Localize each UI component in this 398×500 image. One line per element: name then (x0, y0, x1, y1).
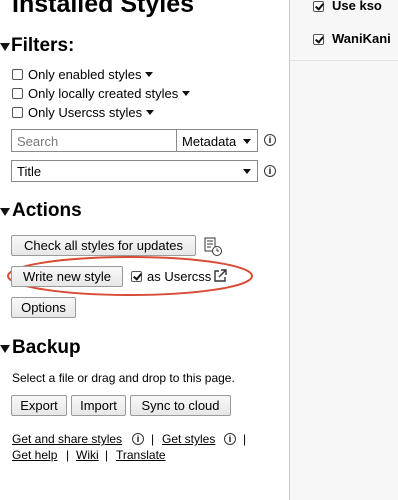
get-styles-info-icon[interactable]: i (224, 433, 236, 445)
style-enabled-checkbox[interactable] (313, 34, 324, 45)
get-share-styles-link[interactable]: Get and share styles (12, 432, 122, 446)
translate-link[interactable]: Translate (116, 448, 166, 462)
only-enabled-checkbox[interactable] (12, 69, 23, 80)
style-entry[interactable]: WaniKani (290, 20, 398, 61)
style-list: Use kso WaniKani (290, 0, 398, 500)
search-help-info-icon[interactable]: i (264, 134, 276, 146)
only-usercss-checkbox[interactable] (12, 107, 23, 118)
write-new-style-button[interactable]: Write new style (11, 266, 123, 287)
backup-heading[interactable]: Backup (12, 337, 81, 359)
backup-collapse-icon[interactable] (0, 345, 10, 353)
filters-heading[interactable]: Filters: (11, 35, 74, 57)
chevron-down-icon (243, 169, 251, 174)
link-separator: | (105, 448, 109, 462)
update-history-icon[interactable] (204, 236, 222, 256)
as-usercss-label[interactable]: as Usercss (147, 269, 211, 284)
only-local-label[interactable]: Only locally created styles (28, 86, 191, 101)
filters-collapse-icon[interactable] (0, 43, 10, 51)
import-button[interactable]: Import (71, 395, 126, 416)
actions-collapse-icon[interactable] (0, 208, 10, 216)
get-help-link[interactable]: Get help (12, 448, 57, 462)
actions-heading[interactable]: Actions (12, 200, 82, 222)
check-updates-button[interactable]: Check all styles for updates (11, 235, 196, 256)
as-usercss-checkbox[interactable] (131, 271, 142, 282)
search-input[interactable]: Search (11, 129, 177, 152)
link-separator: | (243, 432, 247, 446)
dropdown-arrow-icon (182, 91, 191, 96)
options-button[interactable]: Options (11, 297, 76, 318)
only-enabled-label[interactable]: Only enabled styles (28, 67, 154, 82)
only-usercss-label[interactable]: Only Usercss styles (28, 105, 155, 120)
style-enabled-checkbox[interactable] (313, 1, 324, 12)
dropdown-arrow-icon (146, 110, 155, 115)
only-local-checkbox[interactable] (12, 88, 23, 99)
external-link-icon[interactable] (213, 269, 227, 283)
sort-help-info-icon[interactable]: i (264, 165, 276, 177)
style-name[interactable]: Use kso (332, 0, 382, 13)
sort-select[interactable]: Title (11, 160, 258, 182)
link-separator: | (151, 432, 155, 446)
get-share-info-icon[interactable]: i (132, 433, 144, 445)
style-name[interactable]: WaniKani (332, 31, 391, 46)
backup-description: Select a file or drag and drop to this p… (12, 371, 235, 385)
page-title: Installed Styles (12, 0, 195, 18)
dropdown-arrow-icon (145, 72, 154, 77)
style-entry[interactable]: Use kso (290, 0, 398, 21)
export-button[interactable]: Export (11, 395, 67, 416)
sync-to-cloud-button[interactable]: Sync to cloud (130, 395, 231, 416)
search-mode-select[interactable]: Metadata (176, 129, 258, 152)
chevron-down-icon (243, 139, 251, 144)
link-separator: | (66, 448, 70, 462)
manage-sidebar: Installed Styles Filters: Only enabled s… (0, 0, 290, 500)
get-styles-link[interactable]: Get styles (162, 432, 215, 446)
wiki-link[interactable]: Wiki (76, 448, 99, 462)
